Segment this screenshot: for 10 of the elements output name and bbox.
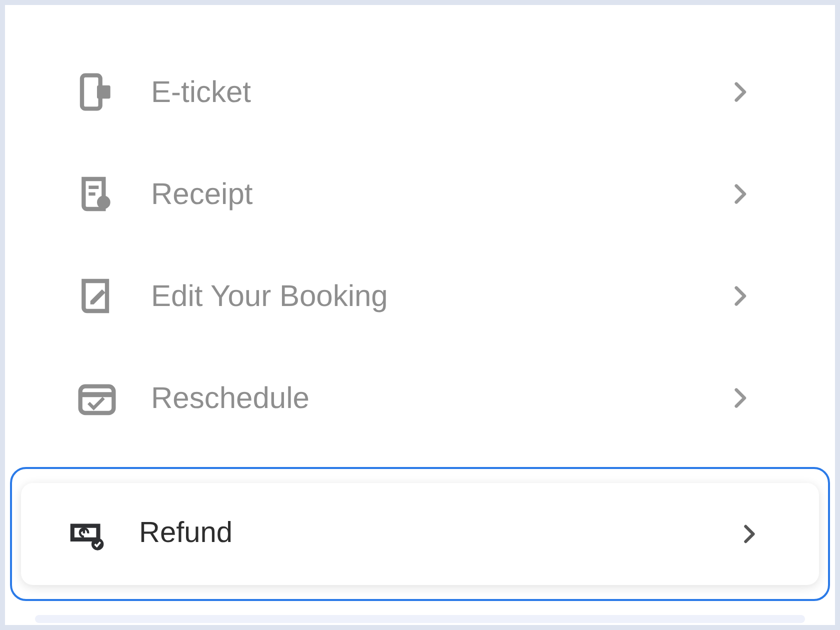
menu-item[interactable]: Edit Your Booking [5, 245, 835, 347]
item-label: Reschedule [151, 380, 310, 416]
menu-item[interactable]: Refund [21, 483, 819, 585]
item-label: E-ticket [151, 74, 252, 110]
item-label: Edit Your Booking [151, 278, 389, 314]
menu-item[interactable]: E-ticket [5, 41, 835, 143]
menu-item[interactable]: Receipt [5, 143, 835, 245]
menu-item[interactable]: Reschedule [5, 347, 835, 449]
item-label: Receipt [151, 176, 254, 212]
item-label: Refund [139, 516, 234, 552]
